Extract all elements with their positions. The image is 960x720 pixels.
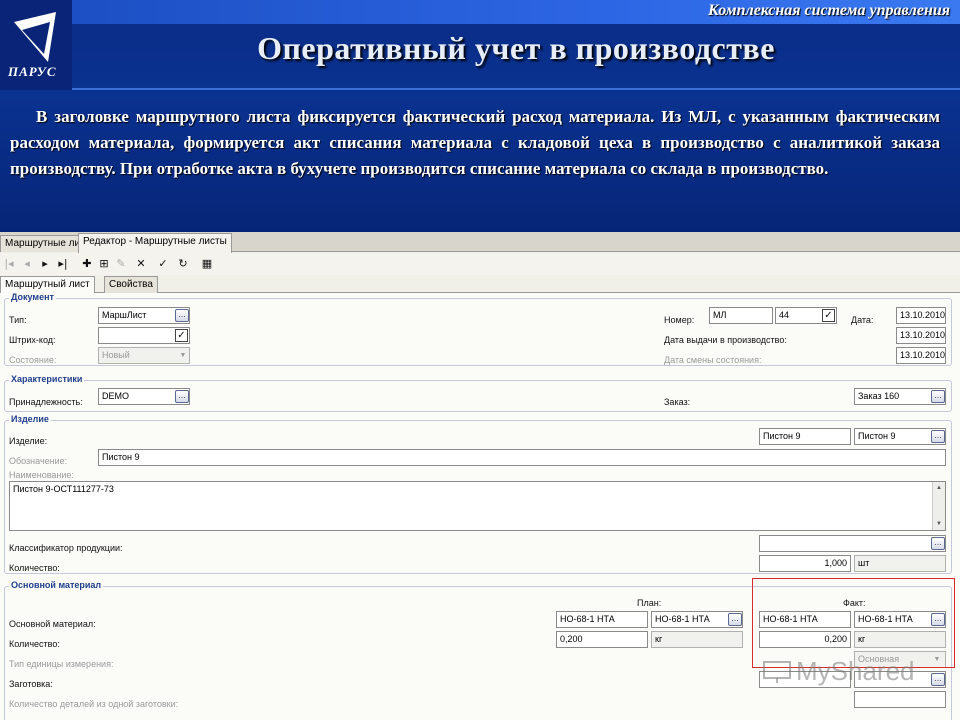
name-text: Пистон 9-ОСТ111277-73 bbox=[13, 484, 114, 494]
name-label: Наименование: bbox=[9, 470, 74, 480]
section-title-characteristics: Характеристики bbox=[9, 374, 85, 384]
calendar-icon[interactable]: ▦ bbox=[200, 257, 214, 271]
main-material-label: Основной материал: bbox=[9, 619, 96, 629]
product-code-field[interactable]: Пистон 9 bbox=[759, 428, 851, 445]
presentation-icon bbox=[762, 660, 792, 691]
issue-date-label: Дата выдачи в производство: bbox=[664, 335, 787, 345]
belonging-label: Принадлежность: bbox=[9, 397, 83, 407]
number-check-icon[interactable]: ✓ bbox=[822, 309, 835, 322]
product-label: Изделие: bbox=[9, 436, 48, 446]
unit-type-label: Тип единицы измерения: bbox=[9, 659, 114, 669]
order-label: Заказ: bbox=[664, 397, 691, 407]
slide-paragraph: В заголовке маршрутного листа фиксируетс… bbox=[10, 107, 940, 178]
scroll-up-icon[interactable]: ▲ bbox=[934, 483, 944, 493]
date-field[interactable]: 13.10.2010 bbox=[896, 307, 946, 324]
number-label: Номер: bbox=[664, 315, 695, 325]
delete-icon[interactable]: ✕ bbox=[134, 257, 148, 271]
state-label: Состояние: bbox=[9, 355, 57, 365]
toolbar: |◂ ◂ ▸ ▸| ✚ ⊞ ✎ ✕ ✓ ↻ ▦ bbox=[0, 253, 960, 275]
slide-title: Оперативный учет в производстве bbox=[257, 30, 775, 66]
tab-properties[interactable]: Свойства bbox=[104, 276, 158, 293]
header-banner-text: Комплексная система управления bbox=[707, 2, 950, 19]
date-label: Дата: bbox=[851, 315, 874, 325]
name-scrollbar[interactable]: ▲ ▼ bbox=[932, 482, 945, 530]
product-qty-label: Количество: bbox=[9, 563, 60, 573]
classifier-field[interactable] bbox=[759, 535, 946, 552]
name-textarea[interactable]: Пистон 9-ОСТ111277-73 ▲ ▼ bbox=[9, 481, 946, 531]
first-icon[interactable]: |◂ bbox=[2, 257, 16, 271]
scroll-down-icon[interactable]: ▼ bbox=[934, 519, 944, 529]
section-title-document: Документ bbox=[9, 292, 56, 302]
state-change-date-label: Дата смены состояния: bbox=[664, 355, 762, 365]
state-change-date-field[interactable]: 13.10.2010 bbox=[896, 347, 946, 364]
issue-date-field[interactable]: 13.10.2010 bbox=[896, 327, 946, 344]
product-picker-button[interactable]: … bbox=[931, 430, 945, 443]
type-label: Тип: bbox=[9, 315, 27, 325]
document-tabs: Маршрутные листы Редактор - Маршрутные л… bbox=[0, 232, 960, 253]
logo-text: ПАРУС bbox=[8, 64, 57, 79]
details-per-blank-label: Количество деталей из одной заготовки: bbox=[9, 699, 179, 709]
refresh-icon[interactable]: ↻ bbox=[176, 257, 190, 271]
blank-picker-button[interactable]: … bbox=[931, 673, 945, 686]
designation-label: Обозначение: bbox=[9, 456, 68, 466]
plan-material-picker-button[interactable]: … bbox=[728, 613, 742, 626]
details-per-blank-field[interactable] bbox=[854, 691, 946, 708]
next-icon[interactable]: ▸ bbox=[38, 257, 52, 271]
tab-route-sheet-editor[interactable]: Редактор - Маршрутные листы bbox=[78, 233, 232, 253]
plan-material-code-field[interactable]: НО-68-1 НТА bbox=[556, 611, 648, 628]
product-qty-unit: шт bbox=[854, 555, 946, 572]
section-title-main-material: Основной материал bbox=[9, 580, 104, 590]
plan-qty-unit: кг bbox=[651, 631, 743, 648]
barcode-check-icon[interactable]: ✓ bbox=[175, 329, 188, 342]
order-picker-button[interactable]: … bbox=[931, 390, 945, 403]
number-prefix-field[interactable]: МЛ bbox=[709, 307, 773, 324]
parus-logo: ПАРУС bbox=[0, 0, 72, 90]
add-copy-icon[interactable]: ⊞ bbox=[97, 257, 111, 271]
form-subtabs: Маршрутный лист Свойства bbox=[0, 276, 960, 294]
plan-qty-field[interactable]: 0,200 bbox=[556, 631, 648, 648]
belonging-picker-button[interactable]: … bbox=[175, 390, 189, 403]
barcode-label: Штрих-код: bbox=[9, 335, 56, 345]
watermark-text: MyShared bbox=[796, 656, 915, 686]
classifier-label: Классификатор продукции: bbox=[9, 543, 123, 553]
designation-field[interactable]: Пистон 9 bbox=[98, 449, 946, 466]
state-select[interactable]: Новый bbox=[98, 347, 190, 364]
chevron-down-icon[interactable]: ▼ bbox=[178, 351, 188, 361]
apply-icon[interactable]: ✓ bbox=[156, 257, 170, 271]
add-icon[interactable]: ✚ bbox=[80, 257, 94, 271]
section-title-product: Изделие bbox=[9, 414, 51, 424]
slide-header: ПАРУС Комплексная система управления Опе… bbox=[0, 0, 960, 232]
watermark: MyShared bbox=[762, 656, 915, 691]
plan-header: План: bbox=[637, 598, 662, 608]
last-icon[interactable]: ▸| bbox=[56, 257, 70, 271]
edit-icon[interactable]: ✎ bbox=[114, 257, 128, 271]
classifier-picker-button[interactable]: … bbox=[931, 537, 945, 550]
fact-highlight-frame bbox=[752, 578, 955, 668]
blank-label: Заготовка: bbox=[9, 679, 53, 689]
type-picker-button[interactable]: … bbox=[175, 309, 189, 322]
header-divider bbox=[72, 88, 960, 90]
prev-icon[interactable]: ◂ bbox=[20, 257, 34, 271]
material-qty-label: Количество: bbox=[9, 639, 60, 649]
product-qty-field[interactable]: 1,000 bbox=[759, 555, 851, 572]
header-banner: Комплексная система управления bbox=[72, 0, 960, 24]
